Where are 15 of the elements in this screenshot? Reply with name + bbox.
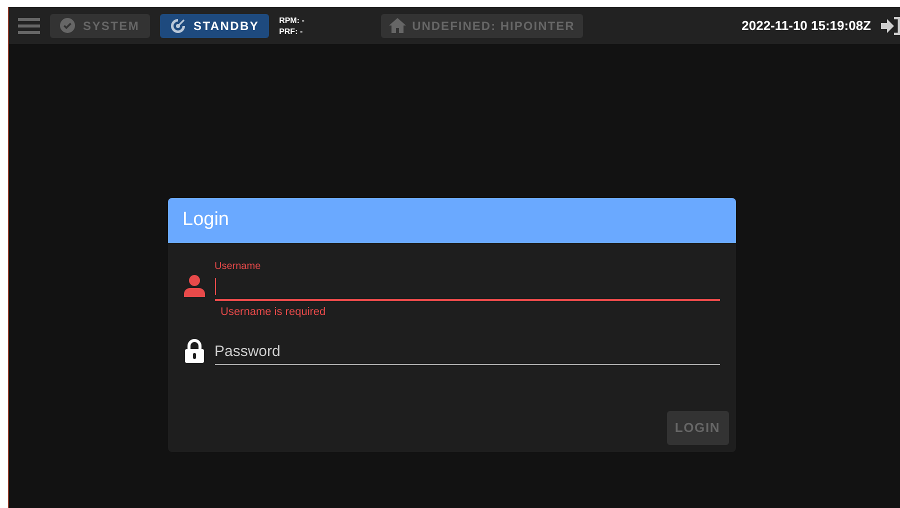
lock-icon [184,339,204,363]
logout-icon[interactable] [881,16,900,34]
radar-icon [170,18,186,34]
check-circle-icon [60,18,75,33]
password-field[interactable]: Password [214,339,720,365]
readout-text: PRF: - [279,26,304,36]
datetime-text: 2022-11-10 15:19:08Z [742,16,871,35]
mode-button[interactable]: STANDBY [160,14,270,38]
username-field[interactable]: Username [214,261,720,301]
dialog-title: Login [182,208,229,232]
person-icon [184,275,204,297]
home-icon [389,18,406,33]
readout-text: RPM: - [279,14,306,26]
error-message: Username is required [220,306,327,319]
menu-icon[interactable] [18,16,40,34]
